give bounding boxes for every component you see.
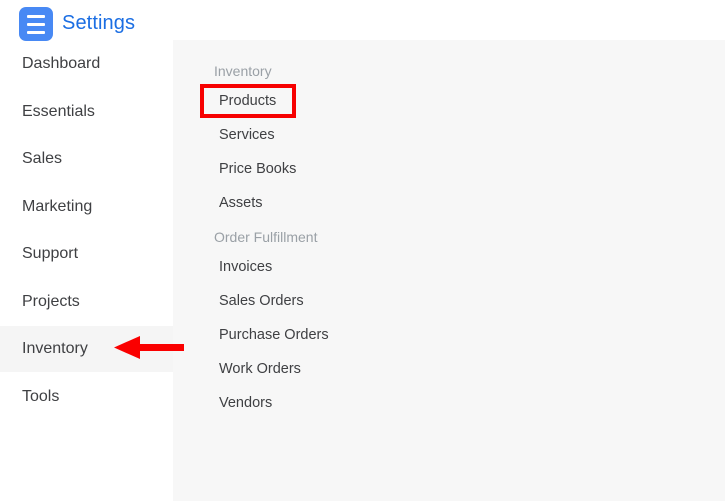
- sidebar-item-sales[interactable]: Sales: [0, 136, 173, 182]
- hamburger-menu-icon[interactable]: [19, 7, 53, 41]
- hamburger-line-2: [27, 22, 45, 26]
- panel-item-sales-orders[interactable]: Sales Orders: [219, 293, 304, 309]
- panel-item-invoices[interactable]: Invoices: [219, 259, 272, 275]
- panel-item-price-books[interactable]: Price Books: [219, 161, 296, 177]
- panel-item-assets[interactable]: Assets: [219, 195, 263, 211]
- sidebar-item-label: Dashboard: [22, 55, 101, 72]
- sidebar-item-label: Sales: [22, 150, 63, 167]
- hamburger-line-1: [27, 14, 45, 18]
- panel-item-vendors[interactable]: Vendors: [219, 395, 272, 411]
- panel-item-products[interactable]: Products: [219, 93, 276, 109]
- panel-section-title-inventory: Inventory: [214, 63, 272, 79]
- sidebar-item-projects[interactable]: Projects: [0, 279, 173, 325]
- hamburger-line-3: [27, 30, 45, 34]
- sidebar-item-marketing[interactable]: Marketing: [0, 184, 173, 230]
- sidebar-item-dashboard[interactable]: Dashboard: [0, 41, 173, 87]
- panel-item-services[interactable]: Services: [219, 127, 275, 143]
- sidebar-item-label: Tools: [22, 387, 60, 405]
- sidebar-item-support[interactable]: Support: [0, 231, 173, 277]
- settings-page: Settings Dashboard Essentials Sales Marketi…: [0, 0, 725, 501]
- panel-section-title-order-fulfillment: Order Fulfillment: [214, 229, 318, 245]
- sidebar-item-inventory[interactable]: Inventory: [0, 326, 173, 372]
- sidebar-item-label: Inventory: [22, 340, 88, 357]
- page-title: Settings: [62, 12, 136, 34]
- app-header: Settings: [0, 0, 173, 41]
- panel-item-purchase-orders[interactable]: Purchase Orders: [219, 327, 329, 343]
- sidebar-item-essentials[interactable]: Essentials: [0, 89, 173, 135]
- sidebar-item-label: Essentials: [22, 102, 95, 120]
- sidebar-item-label: Projects: [22, 292, 80, 310]
- settings-content-panel: Inventory Products Services Price Books Asse…: [173, 40, 725, 501]
- main-sidebar: Dashboard Essentials Sales Marketing Support…: [0, 40, 173, 501]
- sidebar-item-label: Marketing: [22, 197, 93, 215]
- sidebar-item-label: Support: [22, 245, 79, 262]
- sidebar-item-tools[interactable]: Tools: [0, 374, 173, 420]
- panel-item-work-orders[interactable]: Work Orders: [219, 361, 301, 377]
